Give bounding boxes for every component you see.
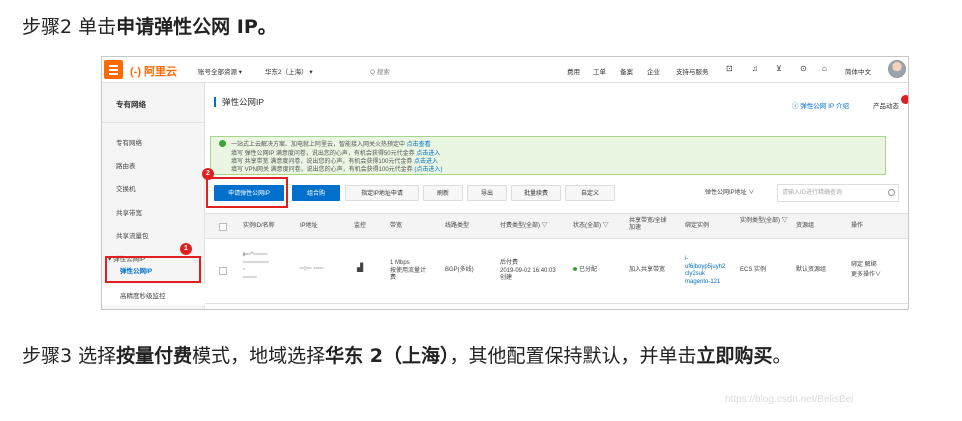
- col-instance-type[interactable]: 实例类型(全部) ▽: [740, 218, 788, 225]
- step-3-mid-1: 模式，地域选择: [192, 345, 326, 367]
- region-selector[interactable]: 华东2（上海） ▾: [265, 66, 313, 76]
- help-icon[interactable]: ⊙: [800, 64, 807, 73]
- col-instance-id: 实例ID/名称: [243, 223, 275, 229]
- sidebar-item-monitor[interactable]: 高精度秒级监控: [120, 290, 166, 300]
- customize-button[interactable]: 自定义: [565, 185, 615, 201]
- sidebar-item-route-table[interactable]: 路由表: [116, 160, 136, 170]
- cell-bound-instance[interactable]: i- uf6iboyp5juyh2 cly2suk magento-121: [685, 256, 725, 286]
- sidebar-header: 专有网络: [102, 83, 205, 123]
- notice-banner: 一站式上云解决方案、加电就上阿里云，智能接入网关火热预定中 点击查看 填写 弹性…: [210, 136, 886, 175]
- col-monitor: 监控: [354, 223, 367, 229]
- avatar[interactable]: [888, 60, 906, 78]
- specified-ip-button[interactable]: 指定IP地址申请: [345, 185, 419, 201]
- col-actions: 操作: [851, 223, 864, 229]
- cell-pay: 后付费 2019-09-02 16:40:03 创建: [500, 260, 556, 281]
- cell-instance-id[interactable]: i-··"······· ············· · ·······: [243, 252, 269, 282]
- bind-unbind-links[interactable]: 绑定 解绑: [851, 262, 877, 270]
- top-link-icp[interactable]: 备案: [620, 66, 633, 76]
- terminal-icon[interactable]: ⊡: [726, 64, 733, 73]
- search-icon[interactable]: [888, 189, 895, 196]
- top-link-enterprise[interactable]: 企业: [647, 66, 660, 76]
- sidebar-title: 专有网络: [116, 100, 146, 109]
- step-3-instruction: 步骤3 选择按量付费模式，地域选择华东 2（上海），其他配置保持默认，并单击立即…: [22, 341, 792, 368]
- step-3-suffix: 。: [772, 345, 792, 367]
- export-button[interactable]: 导出: [467, 185, 507, 201]
- batch-renew-button[interactable]: 批量续费: [511, 185, 561, 201]
- watermark: https://blog.csdn.net/BelisBei: [725, 394, 854, 405]
- page-title: 弹性公网IP: [214, 97, 264, 107]
- top-link-ticket[interactable]: 工单: [593, 66, 606, 76]
- console-topbar: (-) 阿里云 账号全部资源 ▾ 华东2（上海） ▾ Q 搜索 费用 工单 备案…: [102, 57, 908, 83]
- step-2-suffix: IP。: [230, 16, 277, 38]
- menu-icon[interactable]: [104, 60, 123, 79]
- row-checkbox[interactable]: [219, 267, 227, 275]
- sidebar-item-vpc[interactable]: 专有网络: [116, 137, 142, 147]
- notice-link-4[interactable]: (点击进入): [414, 167, 442, 173]
- notice-line-4: 填写 VPN网关 满意度问卷，说出您的心声，有机会获得100元代金券 (点击进入…: [231, 167, 443, 173]
- step-2-instruction: 步骤2 单击申请弹性公网 IP。: [22, 12, 277, 39]
- cell-instance-type: ECS 实例: [740, 267, 767, 273]
- search-placeholder: 请输入ID进行精确查询: [782, 190, 843, 196]
- sidebar-item-traffic-package[interactable]: 共享流量包: [116, 230, 149, 240]
- sidebar-item-shared-bandwidth[interactable]: 共享带宽: [116, 207, 142, 217]
- aliyun-logo: (-) 阿里云: [130, 66, 178, 78]
- notification-dot: [901, 95, 908, 104]
- col-line-type[interactable]: 线路类型: [445, 223, 469, 230]
- step-3-bold-1: 按量付费: [116, 345, 193, 367]
- step-3-bold-2: 华东 2（上海）: [325, 345, 450, 367]
- step-3-prefix: 步骤3 选择: [22, 345, 117, 367]
- sidebar-item-vswitch[interactable]: 交换机: [116, 183, 136, 193]
- bell-icon[interactable]: ♫: [752, 64, 758, 73]
- refresh-button[interactable]: 刷新: [423, 185, 463, 201]
- top-link-fee[interactable]: 费用: [567, 66, 580, 76]
- highlight-box-apply: [206, 177, 288, 208]
- account-selector[interactable]: 账号全部资源 ▾: [198, 66, 242, 76]
- more-actions-link[interactable]: 更多操作∨: [851, 272, 881, 280]
- select-all-checkbox[interactable]: [219, 223, 227, 231]
- col-bound: 绑定实例: [685, 223, 710, 229]
- top-search[interactable]: Q 搜索: [370, 66, 390, 76]
- step-2-bold: 申请弹性公网: [116, 16, 231, 38]
- cell-resource-group: 默认资源组: [796, 267, 827, 273]
- cart-icon[interactable]: ⊻: [776, 64, 782, 73]
- bundle-buy-button[interactable]: 组合购: [292, 185, 340, 201]
- highlight-box-sidebar: [105, 256, 201, 283]
- status-dot-icon: [573, 267, 577, 272]
- add-shared-bandwidth-link[interactable]: 加入共享带宽: [629, 267, 665, 275]
- home-icon[interactable]: ⌂: [822, 64, 827, 73]
- cell-bandwidth: 1 Mbps 按使用流量计 费: [390, 260, 427, 281]
- check-icon: [219, 140, 226, 147]
- col-pay-type[interactable]: 付费类型(全部) ▽: [500, 223, 548, 230]
- step-2-prefix: 步骤2 单击: [22, 16, 117, 38]
- row-divider: [205, 303, 908, 304]
- search-input[interactable]: 请输入ID进行精确查询: [777, 184, 899, 202]
- top-link-support[interactable]: 支持与服务: [676, 66, 709, 76]
- language-selector[interactable]: 简体中文: [845, 66, 871, 76]
- product-dynamic-link[interactable]: 产品动态: [873, 100, 899, 110]
- console-screenshot: (-) 阿里云 账号全部资源 ▾ 华东2（上海） ▾ Q 搜索 费用 工单 备案…: [101, 56, 909, 310]
- notice-line-1: 一站式上云解决方案、加电就上阿里云，智能接入网关火热预定中 点击查看: [231, 142, 431, 148]
- cell-line: BGP(多线): [445, 267, 474, 273]
- col-ip: IP地址: [300, 223, 318, 229]
- col-bandwidth: 带宽: [390, 223, 403, 229]
- eip-intro-link[interactable]: ⓘ 弹性公网 IP 介绍: [792, 100, 849, 110]
- table-header: 实例ID/名称 IP地址 监控 带宽 线路类型 付费类型(全部) ▽ 状态(全部…: [205, 213, 908, 239]
- col-resource-group: 资源组: [796, 223, 815, 229]
- filter-select[interactable]: 弹性公网IP地址 ∨: [705, 185, 775, 201]
- step-badge-1: 1: [180, 243, 192, 255]
- col-share: 共享带宽/全球加速: [629, 218, 667, 231]
- chart-icon[interactable]: ▟: [357, 264, 363, 272]
- cell-ip: ··:··· ·····: [300, 266, 324, 272]
- cell-status: 已分配: [573, 267, 597, 275]
- col-status[interactable]: 状态(全部) ▽: [573, 223, 609, 230]
- step-3-mid-2: ，其他配置保持默认，并单击: [449, 345, 697, 367]
- step-3-bold-3: 立即购买: [696, 345, 773, 367]
